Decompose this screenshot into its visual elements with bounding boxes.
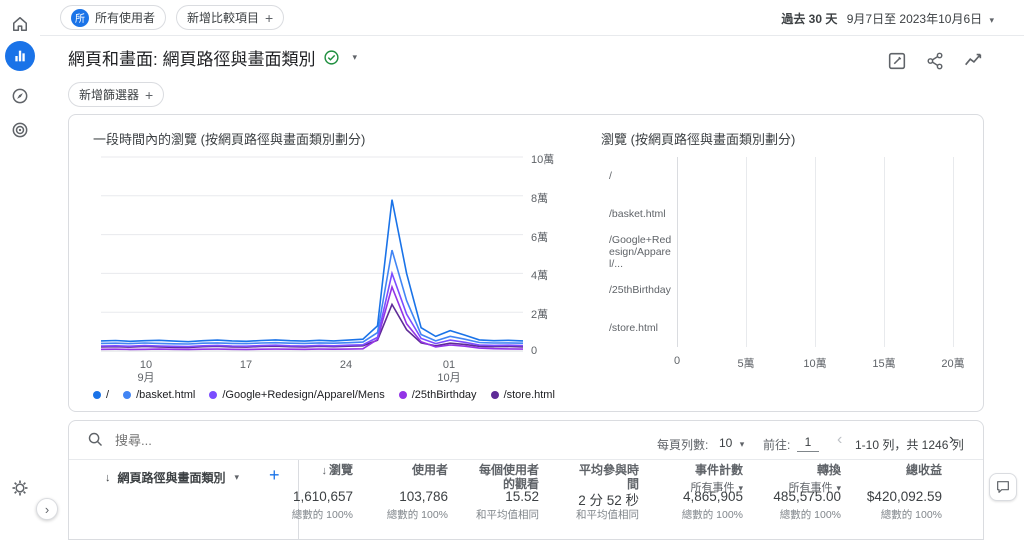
add-filter-label: 新增篩選器: [79, 88, 140, 102]
advertising-icon[interactable]: [8, 118, 32, 142]
series-color-dot: [123, 391, 132, 399]
chevron-right-icon: ›: [44, 501, 50, 517]
total-views-note: 總數的 100%: [291, 509, 353, 521]
sort-descending-icon: ↓: [105, 471, 111, 484]
legend-item: /: [93, 389, 109, 401]
column-header-views[interactable]: ↓ 瀏覽: [253, 463, 353, 478]
x-tick: 10萬: [803, 358, 827, 370]
column-header-views-per-user[interactable]: 每個使用者的觀看: [477, 463, 539, 491]
table-search-input[interactable]: [113, 429, 373, 451]
rows-per-page-select[interactable]: 10 ▾: [719, 436, 744, 450]
column-header-total-revenue[interactable]: 總收益: [842, 463, 942, 477]
topbar: 所 所有使用者 新增比較項目 + 過去 30 天 9月7日至 2023年10月6…: [40, 0, 1024, 36]
dimension-column-header[interactable]: ↓ 網頁路徑與畫面類別 ▾: [105, 469, 239, 486]
add-icon: +: [145, 86, 154, 103]
add-icon: +: [265, 9, 274, 26]
column-header-conversions[interactable]: 轉換: [741, 463, 841, 477]
column-header-avg-engagement[interactable]: 平均參與時間: [577, 463, 639, 491]
total-avg-engagement-note: 和平均值相同: [576, 509, 639, 521]
chevron-down-icon: ▾: [989, 15, 994, 25]
total-views-per-user: 15.52: [505, 489, 539, 504]
goto-page-label: 前往:: [763, 438, 791, 452]
sort-descending-icon: ↓: [321, 465, 327, 477]
bar-chart-category-labels: / /basket.html /Google+Redesign/Apparel/…: [609, 170, 672, 334]
views-line-chart: [100, 156, 524, 352]
add-comparison-chip[interactable]: 新增比較項目 +: [176, 5, 285, 30]
chevron-down-icon[interactable]: ▾: [352, 52, 357, 63]
add-comparison-label: 新增比較項目: [187, 11, 260, 25]
total-revenue-note: 總數的 100%: [880, 509, 942, 521]
chevron-down-icon: ▾: [739, 439, 745, 449]
audience-badge: 所: [71, 8, 89, 27]
x-tick: 10 9月: [137, 359, 155, 384]
settings-gear-icon[interactable]: [8, 476, 32, 500]
goto-page-input[interactable]: [797, 432, 819, 452]
total-event-count-note: 總數的 100%: [681, 509, 743, 521]
bar-chart-title: 瀏覽 (按網頁路徑與畫面類別劃分): [601, 132, 796, 147]
date-range-text: 9月7日至 2023年10月6日: [846, 12, 983, 26]
column-header-event-count[interactable]: 事件計數: [643, 463, 743, 477]
total-views-per-user-note: 和平均值相同: [476, 509, 539, 521]
data-quality-check-icon[interactable]: [323, 49, 340, 66]
search-icon: [87, 431, 104, 451]
legend-item: /store.html: [490, 389, 555, 401]
views-bar-chart: [677, 157, 954, 347]
rows-per-page-label: 每頁列數:: [657, 438, 709, 452]
feedback-button[interactable]: [989, 473, 1017, 501]
x-tick: 20萬: [941, 358, 965, 370]
insights-icon[interactable]: [962, 50, 984, 72]
divider: [69, 459, 983, 460]
date-range-picker[interactable]: 過去 30 天 9月7日至 2023年10月6日 ▾: [781, 10, 994, 27]
share-icon[interactable]: [924, 50, 946, 72]
line-chart-y-axis: 10萬 8萬 6萬 4萬 2萬 0: [531, 154, 555, 357]
chevron-down-icon: ▾: [234, 472, 240, 482]
series-color-dot: [490, 391, 499, 399]
legend-item: /25thBirthday: [398, 389, 477, 401]
sidebar-expand-button[interactable]: ›: [36, 498, 58, 520]
x-tick: 5萬: [737, 358, 755, 370]
left-nav-sidebar: [0, 0, 40, 528]
total-views: 1,610,657: [292, 489, 353, 504]
series-color-dot: [398, 391, 407, 399]
total-conversions-note: 總數的 100%: [779, 509, 841, 521]
legend-item: /Google+Redesign/Apparel/Mens: [209, 389, 385, 401]
add-filter-chip[interactable]: 新增篩選器 +: [68, 82, 165, 107]
audience-chip-label: 所有使用者: [95, 11, 156, 25]
legend-item: /basket.html: [123, 389, 195, 401]
previous-page-icon[interactable]: ‹: [837, 431, 842, 449]
x-tick: 24: [339, 359, 353, 371]
next-page-icon[interactable]: ›: [949, 431, 954, 449]
total-conversions: 485,575.00: [773, 489, 841, 504]
chat-bubble-icon: [997, 481, 1009, 493]
pagination-range: 1-10 列，共 1246 列: [855, 438, 964, 452]
report-table-card: 每頁列數: 10 ▾ 前往: ‹ 1-10 列，共 1246 列 › ↓ 網頁路…: [68, 420, 984, 540]
charts-card: 一段時間內的瀏覽 (按網頁路徑與畫面類別劃分) 10萬 8萬 6萬 4萬 2萬 …: [68, 114, 984, 412]
series-color-dot: [93, 391, 101, 399]
total-revenue: $420,092.59: [866, 489, 942, 504]
page-title: 網頁和畫面: 網頁路徑與畫面類別: [68, 50, 316, 69]
home-icon[interactable]: [8, 12, 32, 36]
total-event-count: 4,865,905: [682, 489, 743, 504]
column-header-users[interactable]: 使用者: [348, 463, 448, 477]
series-color-dot: [209, 391, 218, 399]
x-tick: 15萬: [872, 358, 896, 370]
audience-chip[interactable]: 所 所有使用者: [60, 5, 167, 30]
reports-icon[interactable]: [5, 41, 35, 71]
date-range-preset: 過去 30 天: [781, 12, 838, 26]
total-avg-engagement: 2 分 52 秒: [578, 493, 639, 508]
x-tick: 17: [239, 359, 253, 371]
explore-icon[interactable]: [8, 84, 32, 108]
bar-axis-line: [677, 157, 678, 347]
line-chart-legend: / /basket.html /Google+Redesign/Apparel/…: [93, 389, 555, 401]
customize-report-icon[interactable]: [886, 50, 908, 72]
x-tick: 0: [673, 355, 681, 367]
x-tick: 01 10月: [437, 359, 461, 384]
line-chart-title: 一段時間內的瀏覽 (按網頁路徑與畫面類別劃分): [93, 132, 366, 147]
